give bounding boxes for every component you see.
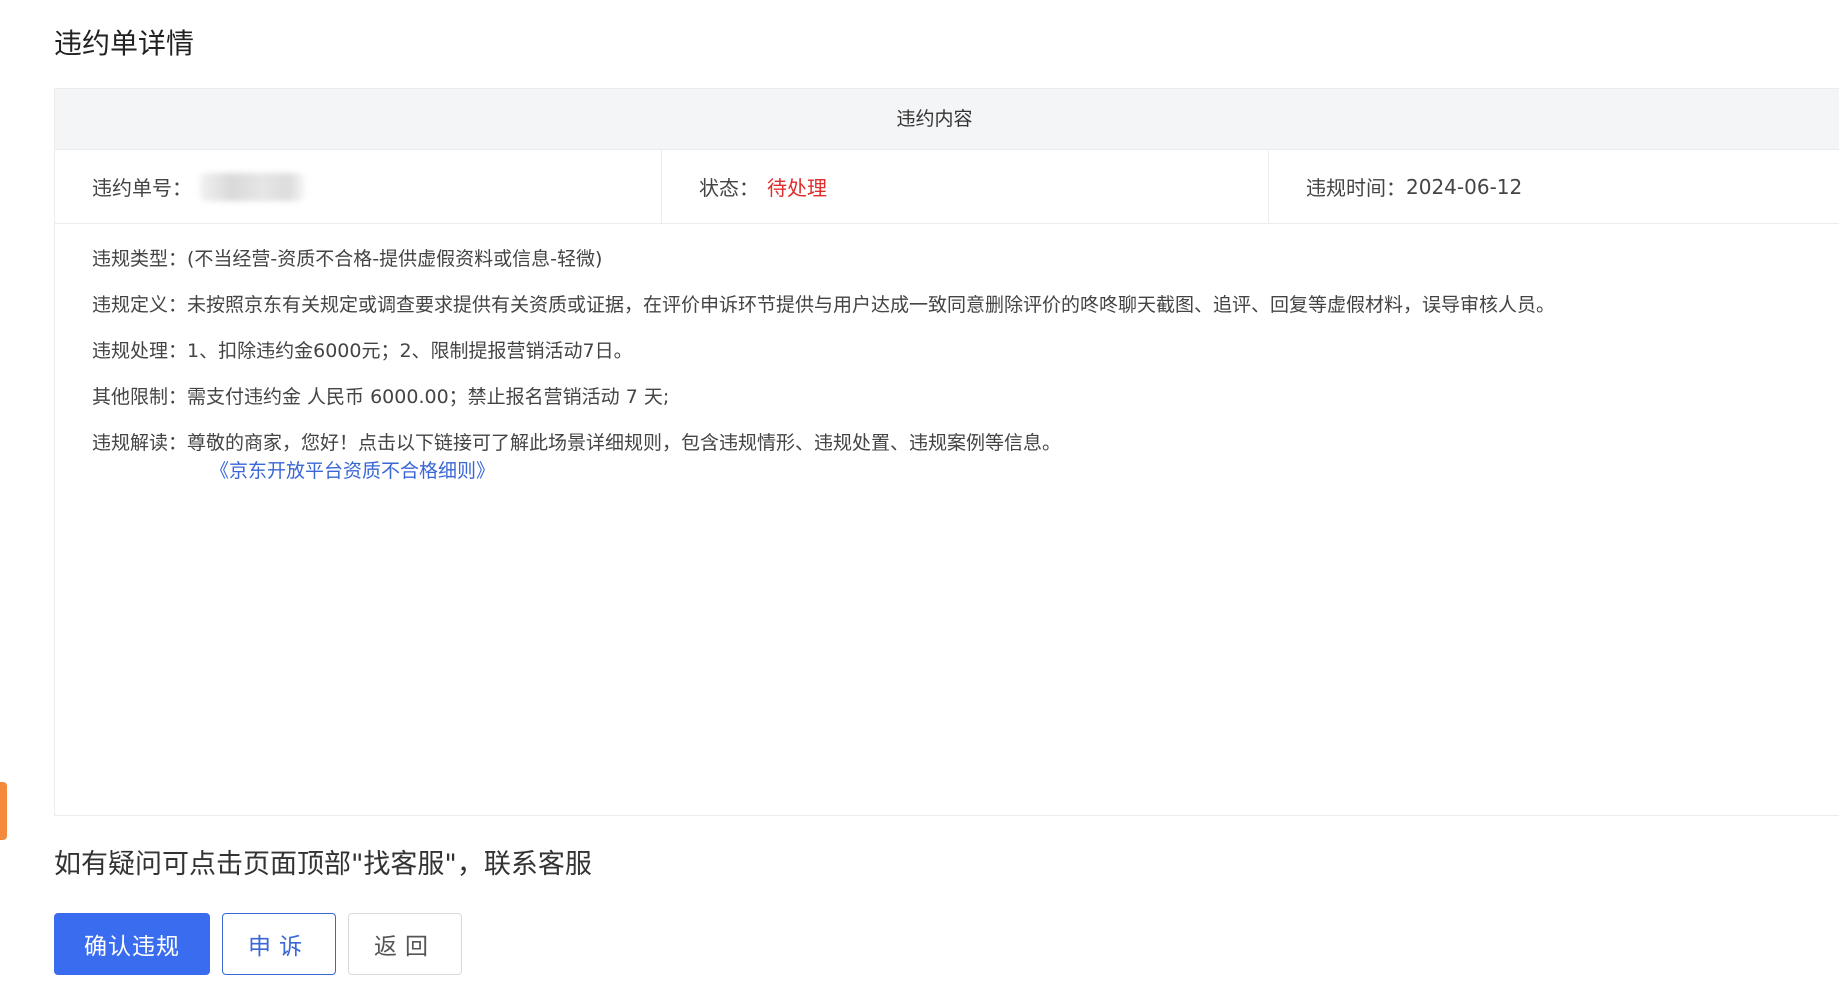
confirm-violation-button[interactable]: 确认违规 — [54, 913, 210, 975]
customer-service-notice: 如有疑问可点击页面顶部"找客服"，联系客服 — [54, 849, 592, 880]
violation-definition-label: 违规定义： — [92, 294, 188, 316]
info-row: 违约单号： 状态： 待处理 违规时间： 2024-06-12 — [55, 150, 1839, 224]
time-label: 违规时间： — [1306, 176, 1406, 200]
other-restriction-line: 其他限制：需支付违约金 人民币 6000.00；禁止报名营销活动 7 天; — [92, 374, 1839, 420]
page: 违约单详情 违约内容 违约单号： 状态： 待处理 违规时间： 2024-06-1… — [0, 0, 1839, 989]
order-no-label: 违约单号： — [92, 176, 192, 200]
violation-handling-value: 1、扣除违约金6000元；2、限制提报营销活动7日。 — [187, 340, 633, 362]
action-buttons: 确认违规 申诉 返回 — [54, 913, 462, 975]
order-no-masked-value — [200, 172, 304, 201]
violation-handling-label: 违规处理： — [92, 340, 188, 362]
violation-interpretation-value: 尊敬的商家，您好！点击以下链接可了解此场景详细规则，包含违规情形、违规处置、违规… — [187, 432, 1062, 454]
status-label: 状态： — [699, 176, 759, 200]
violation-interpretation-label: 违规解读： — [92, 432, 188, 454]
violation-handling-line: 违规处理：1、扣除违约金6000元；2、限制提报营销活动7日。 — [92, 328, 1839, 374]
appeal-button[interactable]: 申诉 — [222, 913, 336, 975]
time-cell: 违规时间： 2024-06-12 — [1269, 150, 1839, 223]
page-title: 违约单详情 — [54, 27, 195, 60]
violation-type-label: 违规类型： — [92, 248, 188, 270]
violation-definition-value: 未按照京东有关规定或调查要求提供有关资质或证据，在评价申诉环节提供与用户达成一致… — [187, 294, 1556, 316]
side-floating-tab[interactable] — [0, 782, 7, 840]
status-cell: 状态： 待处理 — [662, 150, 1269, 223]
time-value: 2024-06-12 — [1406, 174, 1523, 199]
panel-header: 违约内容 — [55, 89, 1839, 150]
status-value: 待处理 — [767, 176, 827, 200]
violation-definition-line: 违规定义：未按照京东有关规定或调查要求提供有关资质或证据，在评价申诉环节提供与用… — [92, 282, 1839, 328]
other-restriction-label: 其他限制： — [92, 386, 188, 408]
violation-type-value: (不当经营-资质不合格-提供虚假资料或信息-轻微) — [187, 248, 603, 270]
violation-panel: 违约内容 违约单号： 状态： 待处理 违规时间： 2024-06-12 违规类型… — [54, 88, 1839, 816]
other-restriction-value: 需支付违约金 人民币 6000.00；禁止报名营销活动 7 天; — [187, 386, 670, 408]
back-button[interactable]: 返回 — [348, 913, 462, 975]
details-section: 违规类型：(不当经营-资质不合格-提供虚假资料或信息-轻微) 违规定义：未按照京… — [55, 224, 1839, 488]
order-no-cell: 违约单号： — [55, 150, 662, 223]
violation-type-line: 违规类型：(不当经营-资质不合格-提供虚假资料或信息-轻微) — [92, 236, 1839, 282]
